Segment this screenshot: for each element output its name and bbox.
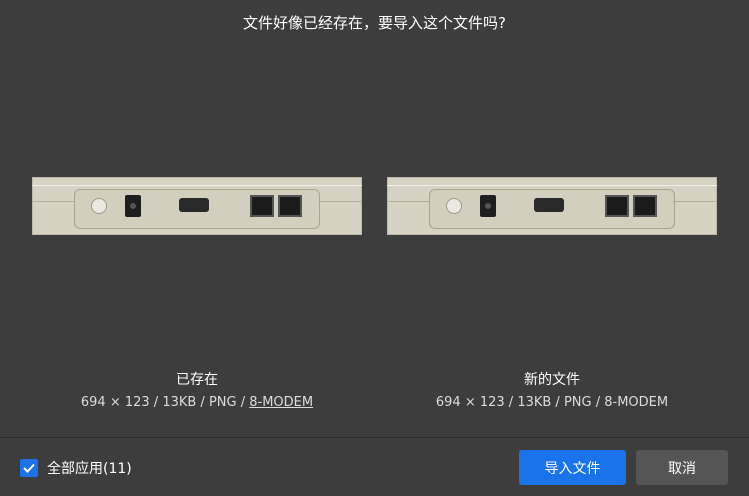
checkmark-icon[interactable] [20,459,38,477]
existing-file-heading: 已存在 [176,372,218,388]
new-file-heading: 新的文件 [524,372,580,388]
preview-image [32,177,362,235]
apply-all-checkbox[interactable]: 全部应用(11) [20,458,132,478]
footer-divider [0,437,749,438]
existing-file-info: 694 × 123 / 13KB / PNG / 8-MODEM [32,395,362,410]
existing-file-preview [32,177,362,235]
existing-file-link[interactable]: 8-MODEM [249,395,313,410]
dialog-title: 文件好像已经存在，要导入这个文件吗? [243,14,506,32]
new-file-caption: 新的文件 694 × 123 / 13KB / PNG / 8-MODEM [387,369,717,410]
import-button[interactable]: 导入文件 [519,450,626,485]
existing-file-meta: 694 × 123 / 13KB / PNG / [80,395,250,410]
apply-all-label: 全部应用(11) [47,461,132,477]
cancel-button[interactable]: 取消 [636,450,728,485]
existing-file-caption: 已存在 694 × 123 / 13KB / PNG / 8-MODEM [32,369,362,410]
new-file-info: 694 × 123 / 13KB / PNG / 8-MODEM [435,395,669,410]
new-file-preview [387,177,717,235]
preview-image [387,177,717,235]
